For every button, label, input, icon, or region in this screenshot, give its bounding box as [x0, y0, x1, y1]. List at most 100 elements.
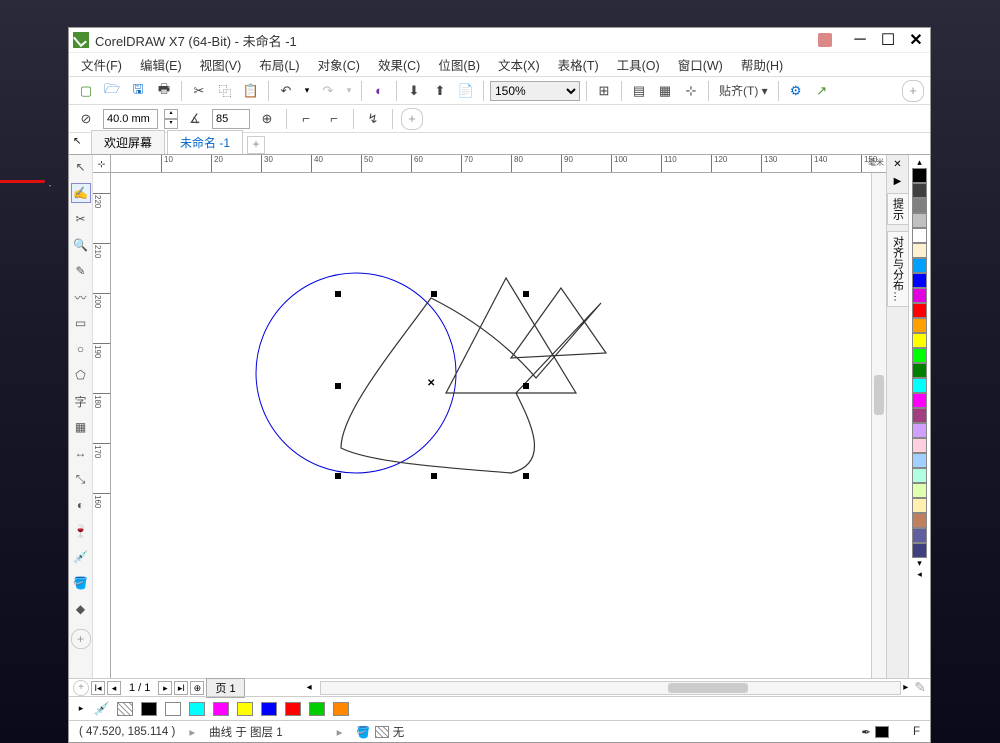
maximize-button[interactable]: ☐ [878, 31, 898, 49]
angle-lock-button[interactable]: ⊕ [256, 108, 278, 130]
menu-bitmaps[interactable]: 位图(B) [430, 53, 488, 76]
page-tab-1[interactable]: 页 1 [206, 678, 244, 698]
expand-toolbar-button[interactable]: + [902, 80, 924, 102]
menu-object[interactable]: 对象(C) [310, 53, 368, 76]
menu-view[interactable]: 视图(V) [192, 53, 250, 76]
crop-tool[interactable]: ✂ [71, 209, 91, 229]
docker-tab-align[interactable]: 对齐与分布… [887, 231, 909, 307]
export-button[interactable]: ⬆ [429, 80, 451, 102]
palette-color-19[interactable] [912, 453, 927, 468]
thickness-spinner[interactable]: ▴▾ [164, 109, 178, 129]
selection-handle-tm[interactable] [431, 291, 437, 297]
tab-welcome[interactable]: 欢迎屏幕 [91, 130, 165, 154]
palette-color-13[interactable] [912, 363, 927, 378]
palette-color-9[interactable] [912, 303, 927, 318]
palette-color-11[interactable] [912, 333, 927, 348]
palette-color-25[interactable] [912, 543, 927, 558]
show-grid-button[interactable]: ▦ [654, 80, 676, 102]
expand-docker-icon[interactable]: ▶ [894, 176, 902, 187]
hscroll-right-button[interactable]: ▸ [903, 682, 908, 693]
next-page-button[interactable]: ▸ [158, 681, 172, 695]
fill-indicator[interactable]: 🪣 无 [356, 724, 404, 740]
palette-color-23[interactable] [912, 513, 927, 528]
drop-shadow-tool[interactable]: ◐ [71, 495, 91, 515]
prev-page-button[interactable]: ◂ [107, 681, 121, 695]
swatch-orange[interactable] [333, 702, 349, 716]
hscroll-left-button[interactable]: ◂ [307, 682, 312, 693]
menu-help[interactable]: 帮助(H) [733, 53, 791, 76]
palette-color-5[interactable] [912, 243, 927, 258]
palette-color-21[interactable] [912, 483, 927, 498]
dimension-tool[interactable]: ↔ [71, 443, 91, 463]
tab-document-1[interactable]: 未命名 -1 [167, 130, 243, 154]
palette-color-10[interactable] [912, 318, 927, 333]
mode-2-button[interactable]: ⌐ [323, 108, 345, 130]
ruler-horizontal[interactable]: 10 20 30 40 50 60 70 80 90 100 110 120 1… [111, 155, 886, 173]
new-button[interactable]: ▢ [75, 80, 97, 102]
add-preset-button[interactable]: + [401, 108, 423, 130]
paste-button[interactable]: 📋 [240, 80, 262, 102]
launch-button[interactable]: ↗ [811, 80, 833, 102]
transparency-tool[interactable]: 🍷 [71, 521, 91, 541]
selection-center[interactable]: ✕ [427, 378, 435, 389]
palette-color-24[interactable] [912, 528, 927, 543]
fullscreen-preview-button[interactable]: ⊞ [593, 80, 615, 102]
ruler-vertical[interactable]: 220 210 200 190 180 170 160 [93, 173, 111, 678]
eraser-shape-button[interactable]: ⊘ [75, 108, 97, 130]
palette-color-1[interactable] [912, 183, 927, 198]
swatch-yellow[interactable] [237, 702, 253, 716]
undo-dropdown[interactable]: ▾ [301, 85, 313, 96]
ellipse-tool[interactable]: ○ [71, 339, 91, 359]
circle-shape[interactable] [256, 273, 456, 473]
mode-1-button[interactable]: ⌐ [295, 108, 317, 130]
user-avatar-icon[interactable] [818, 33, 832, 47]
undo-button[interactable]: ↶ [275, 80, 297, 102]
swatch-none[interactable] [117, 702, 133, 716]
palette-color-15[interactable] [912, 393, 927, 408]
table-tool[interactable]: ▦ [71, 417, 91, 437]
palette-color-17[interactable] [912, 423, 927, 438]
palette-flyout-button[interactable]: ◂ [914, 569, 926, 580]
menu-file[interactable]: 文件(F) [73, 53, 130, 76]
artistic-media-tool[interactable]: 〰 [71, 287, 91, 307]
palette-color-14[interactable] [912, 378, 927, 393]
add-page-button[interactable]: ⊕ [190, 681, 204, 695]
minimize-button[interactable]: ─ [850, 31, 870, 49]
redo-dropdown[interactable]: ▾ [343, 85, 355, 96]
publish-pdf-button[interactable]: 📄 [455, 80, 477, 102]
eraser-thickness-input[interactable] [103, 109, 158, 129]
selection-handle-bm[interactable] [431, 473, 437, 479]
options-button[interactable]: ⚙ [785, 80, 807, 102]
interactive-fill-tool[interactable]: 🪣 [71, 573, 91, 593]
selection-handle-tl[interactable] [335, 291, 341, 297]
ruler-origin[interactable]: ⊹ [93, 155, 111, 173]
selection-handle-mr[interactable] [523, 383, 529, 389]
zoom-select[interactable]: 150% [490, 81, 580, 101]
outline-indicator[interactable]: ✒ [861, 725, 889, 739]
swatch-green[interactable] [309, 702, 325, 716]
swatch-black[interactable] [141, 702, 157, 716]
palette-color-20[interactable] [912, 468, 927, 483]
palette-color-7[interactable] [912, 273, 927, 288]
swatch-red[interactable] [285, 702, 301, 716]
show-guidelines-button[interactable]: ⊹ [680, 80, 702, 102]
close-docker-icon[interactable]: ✕ [893, 159, 901, 170]
cut-button[interactable]: ✂ [188, 80, 210, 102]
tab-add-button[interactable]: + [247, 136, 265, 154]
open-button[interactable]: 🗁 [101, 80, 123, 102]
palette-up-button[interactable]: ▴ [914, 157, 926, 168]
palette-color-6[interactable] [912, 258, 927, 273]
menu-tools[interactable]: 工具(O) [609, 53, 668, 76]
eyedropper-status-icon[interactable]: 💉 [95, 698, 109, 720]
reduce-nodes-button[interactable]: ↯ [362, 108, 384, 130]
vertical-scrollbar[interactable] [871, 173, 886, 678]
palette-color-0[interactable] [912, 168, 927, 183]
palette-color-18[interactable] [912, 438, 927, 453]
rectangle-tool[interactable]: ▭ [71, 313, 91, 333]
smart-fill-tool[interactable]: ◆ [71, 599, 91, 619]
palette-color-16[interactable] [912, 408, 927, 423]
palette-color-2[interactable] [912, 198, 927, 213]
docker-tab-hints[interactable]: 提示 [887, 193, 909, 225]
swatch-blue[interactable] [261, 702, 277, 716]
close-button[interactable]: ✕ [906, 31, 926, 49]
